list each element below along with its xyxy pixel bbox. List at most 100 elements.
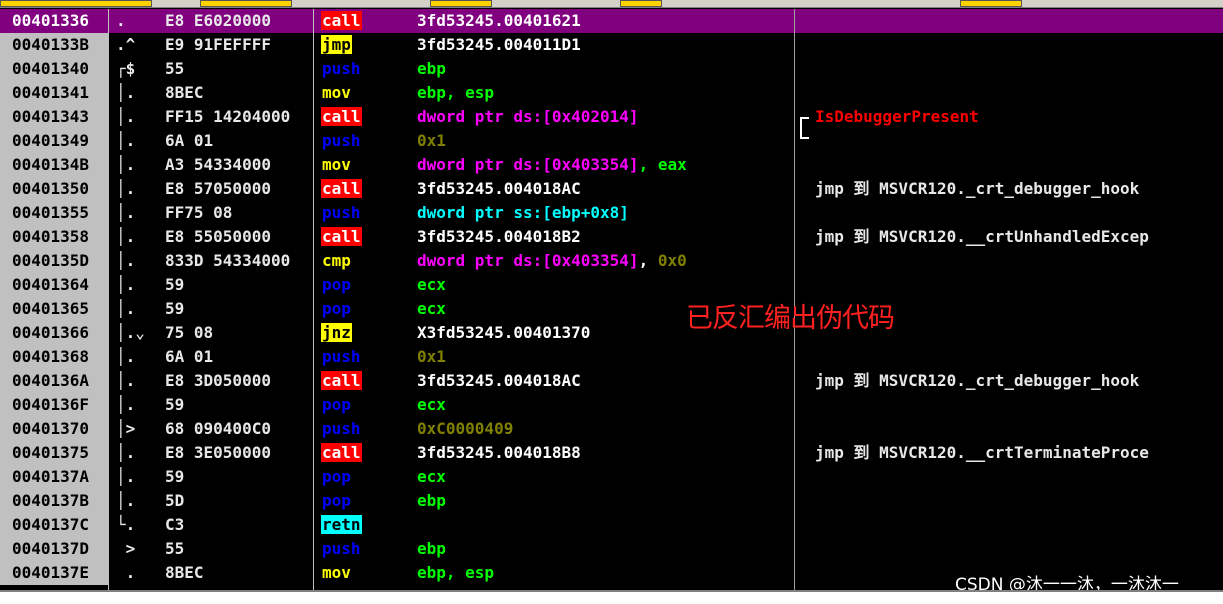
operands-cell[interactable]: ecx: [417, 465, 446, 489]
address-cell[interactable]: 00401375: [0, 441, 108, 465]
address-cell[interactable]: 00401350: [0, 177, 108, 201]
operands-cell[interactable]: 0x1: [417, 345, 446, 369]
disasm-row[interactable]: 00401370 │> 68 090400C0 push 0xC0000409: [0, 417, 1223, 441]
mnemonic-cell[interactable]: call: [321, 369, 362, 393]
address-cell[interactable]: 0040136A: [0, 369, 108, 393]
disasm-row[interactable]: 00401340 ┌$ 55 push ebp: [0, 57, 1223, 81]
hex-bytes-cell[interactable]: 833D 54334000: [165, 249, 313, 273]
address-cell[interactable]: 00401368: [0, 345, 108, 369]
operands-cell[interactable]: ecx: [417, 393, 446, 417]
hex-bytes-cell[interactable]: 55: [165, 537, 313, 561]
mnemonic-cell[interactable]: retn: [321, 513, 362, 537]
comment-cell[interactable]: jmp 到 MSVCR120._crt_debugger_hook: [815, 177, 1139, 201]
disasm-row[interactable]: 00401336. E8 E6020000 call 3fd53245.0040162…: [0, 9, 1223, 33]
address-cell[interactable]: 00401366: [0, 321, 108, 345]
disasm-row[interactable]: 00401343 │. FF15 14204000 call dword ptr ds:…: [0, 105, 1223, 129]
hex-bytes-cell[interactable]: A3 54334000: [165, 153, 313, 177]
operands-cell[interactable]: dword ptr ds:[0x403354], 0x0: [417, 249, 687, 273]
hex-bytes-cell[interactable]: FF75 08: [165, 201, 313, 225]
address-cell[interactable]: 00401364: [0, 273, 108, 297]
disasm-row[interactable]: 0040137B │. 5D pop ebp: [0, 489, 1223, 513]
hex-bytes-cell[interactable]: 68 090400C0: [165, 417, 313, 441]
operands-cell[interactable]: dword ptr ds:[0x402014]: [417, 105, 639, 129]
operands-cell[interactable]: X3fd53245.00401370: [417, 321, 590, 345]
comment-cell[interactable]: jmp 到 MSVCR120.__crtUnhandledExcep: [815, 225, 1149, 249]
hex-bytes-cell[interactable]: 6A 01: [165, 129, 313, 153]
address-cell[interactable]: 00401340: [0, 57, 108, 81]
disasm-row[interactable]: 0040137D >55 push ebp: [0, 537, 1223, 561]
disasm-row[interactable]: 00401368 │. 6A 01 push 0x1: [0, 345, 1223, 369]
operands-cell[interactable]: 3fd53245.004018B8: [417, 441, 581, 465]
mnemonic-cell[interactable]: cmp: [321, 249, 352, 273]
disasm-row[interactable]: 00401365 │. 59 pop ecx: [0, 297, 1223, 321]
column-header-address[interactable]: [0, 0, 152, 7]
mnemonic-cell[interactable]: push: [321, 345, 362, 369]
disasm-row[interactable]: 0040134B │. A3 54334000 mov dword ptr ds:[0x…: [0, 153, 1223, 177]
mnemonic-cell[interactable]: jnz: [321, 321, 352, 345]
operands-cell[interactable]: ebp, esp: [417, 561, 494, 585]
column-header-misc[interactable]: [620, 0, 662, 7]
disasm-row[interactable]: 0040136F │. 59 pop ecx: [0, 393, 1223, 417]
operands-cell[interactable]: 3fd53245.004011D1: [417, 33, 581, 57]
mnemonic-cell[interactable]: mov: [321, 561, 352, 585]
mnemonic-cell[interactable]: mov: [321, 153, 352, 177]
disasm-row[interactable]: 00401375 │. E8 3E050000 call 3fd53245.004018…: [0, 441, 1223, 465]
hex-bytes-cell[interactable]: 6A 01: [165, 345, 313, 369]
operands-cell[interactable]: ecx: [417, 297, 446, 321]
disasm-row[interactable]: 00401358 │. E8 55050000 call 3fd53245.004018…: [0, 225, 1223, 249]
hex-bytes-cell[interactable]: E8 3E050000: [165, 441, 313, 465]
operands-cell[interactable]: dword ptr ss:[ebp+0x8]: [417, 201, 629, 225]
operands-cell[interactable]: 0x1: [417, 129, 446, 153]
address-cell[interactable]: 0040137E: [0, 561, 108, 585]
address-cell[interactable]: 0040136F: [0, 393, 108, 417]
mnemonic-cell[interactable]: pop: [321, 393, 352, 417]
disasm-row[interactable]: 00401341 │. 8BEC mov ebp, esp: [0, 81, 1223, 105]
operands-cell[interactable]: ecx: [417, 273, 446, 297]
mnemonic-cell[interactable]: push: [321, 201, 362, 225]
comment-cell[interactable]: jmp 到 MSVCR120._crt_debugger_hook: [815, 369, 1139, 393]
hex-bytes-cell[interactable]: E8 57050000: [165, 177, 313, 201]
disasm-row[interactable]: 00401366 │.⌄ 75 08 jnz X3fd53245.00401370: [0, 321, 1223, 345]
address-cell[interactable]: 00401349: [0, 129, 108, 153]
hex-bytes-cell[interactable]: 59: [165, 393, 313, 417]
address-cell[interactable]: 0040137D: [0, 537, 108, 561]
address-cell[interactable]: 00401336: [0, 9, 108, 33]
disasm-row[interactable]: 0040137A │. 59 pop ecx: [0, 465, 1223, 489]
hex-bytes-cell[interactable]: E8 55050000: [165, 225, 313, 249]
mnemonic-cell[interactable]: call: [321, 105, 362, 129]
address-cell[interactable]: 0040135D: [0, 249, 108, 273]
address-cell[interactable]: 00401343: [0, 105, 108, 129]
disasm-row[interactable]: 00401355 │. FF75 08 push dword ptr ss:[ebp+0…: [0, 201, 1223, 225]
hex-bytes-cell[interactable]: 5D: [165, 489, 313, 513]
comment-cell[interactable]: IsDebuggerPresent: [815, 105, 979, 129]
address-cell[interactable]: 0040133B: [0, 33, 108, 57]
hex-bytes-cell[interactable]: 59: [165, 273, 313, 297]
mnemonic-cell[interactable]: push: [321, 129, 362, 153]
mnemonic-cell[interactable]: pop: [321, 297, 352, 321]
disasm-row[interactable]: 0040137C └. C3 retn: [0, 513, 1223, 537]
operands-cell[interactable]: dword ptr ds:[0x403354], eax: [417, 153, 687, 177]
mnemonic-cell[interactable]: pop: [321, 489, 352, 513]
address-cell[interactable]: 0040137A: [0, 465, 108, 489]
address-cell[interactable]: 00401365: [0, 297, 108, 321]
hex-bytes-cell[interactable]: E8 E6020000: [165, 9, 313, 33]
comment-cell[interactable]: jmp 到 MSVCR120.__crtTerminateProce: [815, 441, 1149, 465]
disasm-row[interactable]: 0040135D │. 833D 54334000 cmp dword ptr ds:[…: [0, 249, 1223, 273]
mnemonic-cell[interactable]: pop: [321, 273, 352, 297]
address-cell[interactable]: 00401341: [0, 81, 108, 105]
column-header-hex[interactable]: [200, 0, 292, 7]
hex-bytes-cell[interactable]: FF15 14204000: [165, 105, 313, 129]
address-cell[interactable]: 0040137C: [0, 513, 108, 537]
disasm-row[interactable]: 00401349 │. 6A 01 push 0x1: [0, 129, 1223, 153]
operands-cell[interactable]: ebp: [417, 537, 446, 561]
mnemonic-cell[interactable]: pop: [321, 465, 352, 489]
operands-cell[interactable]: 3fd53245.004018B2: [417, 225, 581, 249]
hex-bytes-cell[interactable]: 75 08: [165, 321, 313, 345]
address-cell[interactable]: 0040134B: [0, 153, 108, 177]
mnemonic-cell[interactable]: mov: [321, 81, 352, 105]
hex-bytes-cell[interactable]: C3: [165, 513, 313, 537]
mnemonic-cell[interactable]: call: [321, 441, 362, 465]
mnemonic-cell[interactable]: call: [321, 177, 362, 201]
address-cell[interactable]: 0040137B: [0, 489, 108, 513]
hex-bytes-cell[interactable]: 8BEC: [165, 561, 313, 585]
